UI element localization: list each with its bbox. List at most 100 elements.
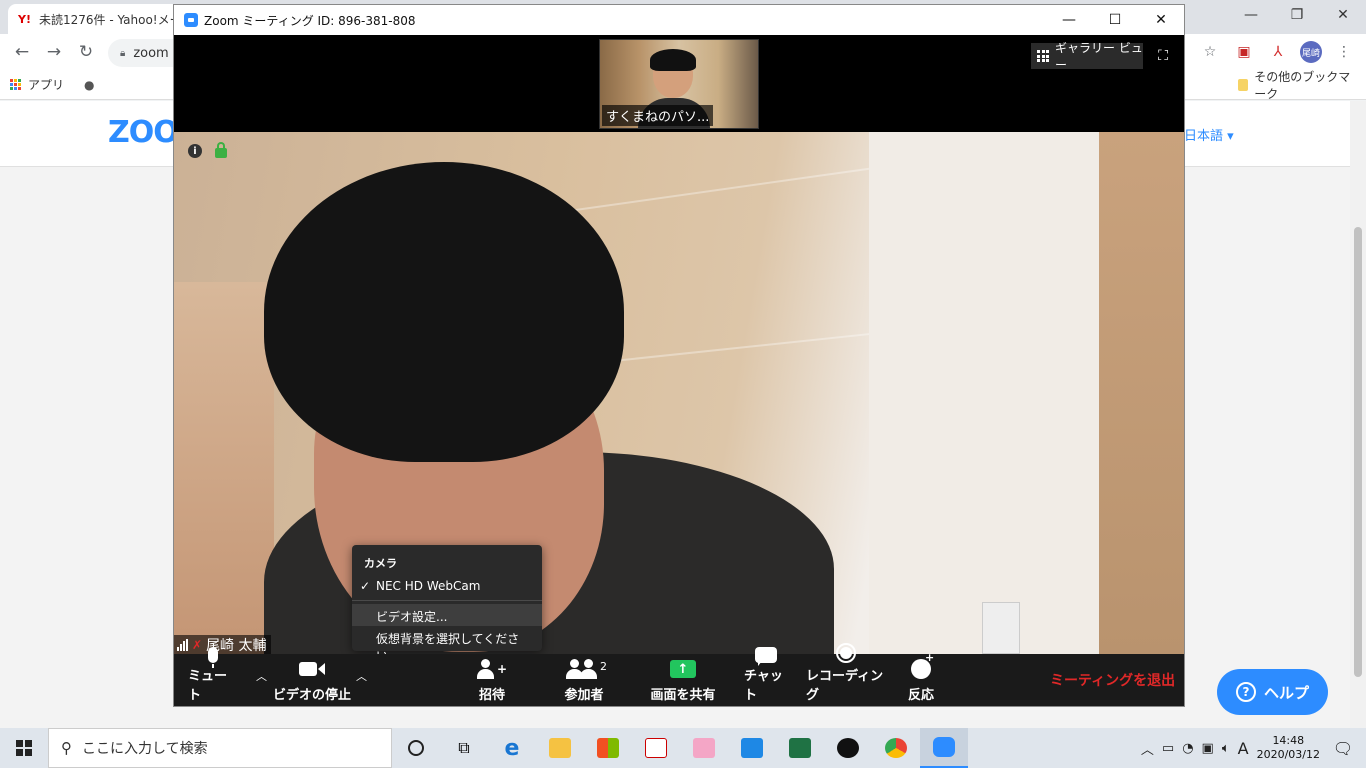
task-view-icon[interactable]: ⧉ [440,728,488,768]
browser-menu-icon[interactable]: ⋮ [1332,40,1356,64]
clock-time: 14:48 [1272,734,1305,747]
chat-bubble-icon [755,647,777,666]
muted-mic-icon: ✗ [192,638,203,652]
tray-chevron-up-icon[interactable]: ︿ [1141,739,1154,758]
bookmark-other-folder[interactable]: その他のブックマーク [1228,68,1366,102]
thumbnail-name-label: すくまねのパソ... [602,105,714,126]
browser-toolbar-right: ☆ ▣ ⅄ 尾崎 ⋮ [1198,34,1366,70]
help-button[interactable]: ? ヘルプ [1217,669,1328,715]
news-icon[interactable] [632,728,680,768]
gallery-view-button[interactable]: ギャラリー ビュー [1031,41,1143,72]
mute-button[interactable]: ミュート [188,647,238,706]
question-icon: ? [1235,682,1256,702]
zoom-logo[interactable]: ZOO [108,115,179,150]
yahoo-favicon-icon: Y! [18,12,31,26]
system-tray: ︿ ▭ ◔ ▣ 🔈︎ A 14:48 2020/03/12 🗨︎ [1141,728,1366,768]
camera-option-nec[interactable]: ✓ NEC HD WebCam [352,575,542,597]
apps-grid-icon [10,78,22,91]
speaker-name-tag: ✗ 尾崎 太輔 [174,635,271,654]
taskbar-clock[interactable]: 14:48 2020/03/12 [1257,734,1320,762]
record-button[interactable]: レコーディング [806,643,886,706]
meeting-toolbar: ミュート ︿ ビデオの停止 ︿ + 招待 参加者 2 ↑ 画面を共有 チャット … [174,643,1184,706]
record-label: レコーディング [806,669,884,703]
stop-video-label: ビデオの停止 [272,688,351,703]
reactions-button[interactable]: 反応 [904,651,938,706]
forward-arrow-icon[interactable]: → [38,36,70,68]
door-frame [869,132,1099,654]
share-screen-button[interactable]: ↑ 画面を共有 [648,654,718,706]
zoom-app-icon [184,13,198,27]
page-scrollbar[interactable] [1350,101,1366,728]
network-icon[interactable]: ▣ [1202,741,1214,756]
main-video-feed: i ✗ 尾崎 太輔 [174,132,1184,654]
extension-pdf-icon[interactable]: ⅄ [1266,40,1290,64]
invite-button[interactable]: + 招待 [474,654,510,706]
audio-options-chevron-icon[interactable]: ︿ [256,668,267,684]
taskbar-search-placeholder: ここに入力して検索 [82,741,208,757]
leave-meeting-button[interactable]: ミーティングを退出 [1050,670,1175,690]
virtual-background-item[interactable]: 仮想背景を選択してください [352,626,542,663]
wifi-icon[interactable]: ◔ [1182,741,1193,756]
tab-title: 未読1276件 - Yahoo!メール [38,12,194,27]
taskbar-search[interactable]: ⚲ ここに入力して検索 [48,728,392,768]
app-pink-icon[interactable] [680,728,728,768]
invite-label: 招待 [478,688,505,703]
battery-icon[interactable]: ▭ [1162,741,1174,756]
zoom-minimize-button[interactable]: — [1046,5,1092,35]
browser-close-button[interactable]: ✕ [1320,0,1366,30]
meeting-info-icon[interactable]: i [188,144,202,158]
lock-icon: 🔒︎ [120,47,126,59]
store-icon[interactable] [584,728,632,768]
chrome-icon[interactable] [872,728,920,768]
cortana-icon[interactable] [392,728,440,768]
start-button[interactable] [0,728,48,768]
mute-label: ミュート [188,669,228,703]
gallery-view-label: ギャラリー ビュー [1055,41,1143,72]
bookmark-star-icon[interactable]: ☆ [1198,40,1222,64]
browser-minimize-button[interactable]: — [1228,0,1274,30]
profile-avatar[interactable]: 尾崎 [1300,41,1322,63]
camera-menu: カメラ ✓ NEC HD WebCam ビデオ設定... 仮想背景を選択してくだ… [352,545,542,663]
person-hair [264,162,624,462]
excel-icon[interactable] [776,728,824,768]
stop-video-button[interactable]: ビデオの停止 [272,654,352,706]
participants-icon [566,656,602,682]
file-explorer-icon[interactable] [536,728,584,768]
zoom-taskbar-icon[interactable] [920,728,968,768]
extension-shield-icon[interactable]: ▣ [1232,40,1256,64]
thumbnail-strip: すくまねのパソ... ギャラリー ビュー ⛶ [174,35,1184,132]
bookmark-other-label: その他のブックマーク [1254,69,1351,101]
menu-separator [352,600,542,601]
browser-restore-button[interactable]: ❐ [1274,0,1320,30]
participant-thumbnail[interactable]: すくまねのパソ... [599,39,759,129]
video-settings-item[interactable]: ビデオ設定... [352,604,542,626]
zoom-maximize-button[interactable]: ☐ [1092,5,1138,35]
door-panel [1099,132,1184,654]
wall-left [174,282,274,654]
globe-icon: ● [84,77,95,92]
bookmark-apps[interactable]: アプリ [0,76,74,93]
wall-switch [982,602,1020,654]
bookmark-globe[interactable]: ● [74,78,104,92]
participants-label: 参加者 [564,688,604,703]
reload-icon[interactable]: ↻ [70,36,102,68]
chat-button[interactable]: チャット [744,647,788,706]
scrollbar-thumb[interactable] [1354,227,1362,677]
ime-indicator[interactable]: A [1238,739,1249,758]
app-black-icon[interactable] [824,728,872,768]
mail-icon[interactable] [728,728,776,768]
edge-icon[interactable]: e [488,728,536,768]
windows-taskbar: ⚲ ここに入力して検索 ⧉ e ︿ ▭ ◔ ▣ 🔈︎ A 14:48 2020/… [0,728,1366,768]
bookmark-apps-label: アプリ [28,78,65,92]
fullscreen-icon[interactable]: ⛶ [1154,47,1172,65]
back-arrow-icon[interactable]: ← [6,36,38,68]
language-selector[interactable]: 日本語 ▾ [1184,125,1234,144]
camera-option-label: NEC HD WebCam [376,579,481,593]
notification-center-icon[interactable]: 🗨︎ [1328,728,1358,768]
volume-icon[interactable]: 🔈︎ [1222,741,1230,756]
video-options-chevron-icon[interactable]: ︿ [356,668,367,684]
windows-logo-icon [16,740,32,756]
signal-strength-icon [177,639,188,651]
zoom-close-button[interactable]: ✕ [1138,5,1184,35]
encryption-lock-icon[interactable] [214,142,228,158]
